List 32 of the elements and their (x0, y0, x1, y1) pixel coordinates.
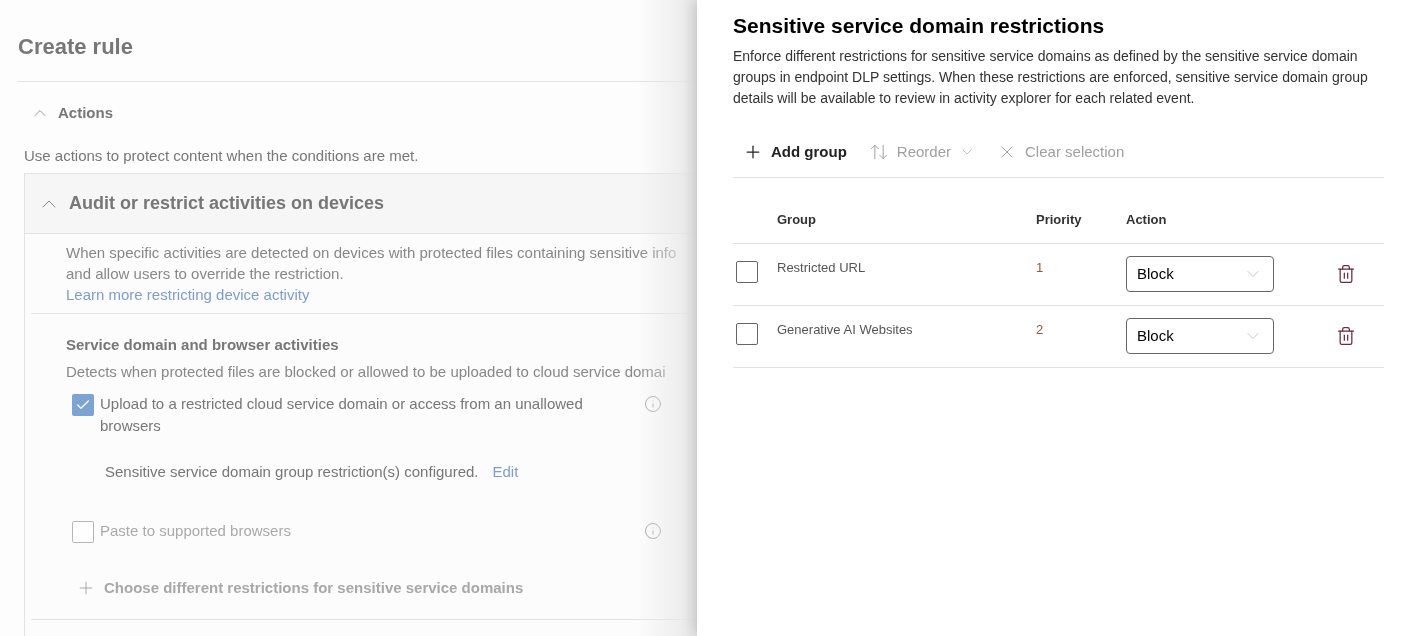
card-title: Audit or restrict activities on devices (69, 192, 385, 215)
info-icon[interactable] (644, 521, 662, 540)
checkbox[interactable] (72, 394, 94, 416)
group-name: Generative AI Websites (777, 321, 914, 339)
edit-link[interactable]: Edit (492, 461, 519, 484)
checkbox-label: Upload to a restricted cloud service domain or access from an unallowed browsers (100, 394, 584, 436)
section-description: Use actions to protect content when the conditions are met. (23, 145, 420, 166)
column-header: Group (777, 210, 817, 229)
column-header: Action (1126, 210, 1167, 229)
toolbar-button[interactable]: Add group (743, 140, 847, 163)
delete-icon[interactable] (1336, 264, 1356, 284)
panel-description: Enforce different restrictions for sensitive service domains as defined by the sensitive service domain groups in endpoint DLP settings. When these restrictions are enforced, sensitive service domain group details will be available to review in activity explorer for each related event. (733, 46, 1369, 108)
action-dropdown[interactable]: Block (1126, 318, 1274, 354)
row-checkbox[interactable] (736, 323, 758, 345)
row-checkbox[interactable] (736, 261, 758, 283)
learn-more-link[interactable]: Learn more restricting device activity (66, 286, 310, 303)
page-title: Create rule (18, 33, 134, 61)
subsection-description: Detects when protected files are blocked or allowed to be uploaded to cloud service domai (66, 361, 667, 382)
card-description: When specific activities are detected on devices with protected files containing sensitive info (66, 243, 678, 263)
priority-value: 2 (1036, 321, 1045, 339)
priority-value: 1 (1036, 259, 1045, 277)
info-icon[interactable] (644, 395, 662, 413)
column-header: Priority (1036, 210, 1083, 229)
subsection-title: Service domain and browser activities (66, 335, 340, 355)
group-name: Restricted URL (777, 259, 867, 277)
panel-title: Sensitive service domain restrictions (733, 13, 1106, 39)
section-title: Actions (58, 103, 113, 123)
restriction-note: Sensitive service domain group restriction(s) configured. (105, 462, 479, 482)
delete-icon[interactable] (1336, 326, 1356, 346)
checkbox-label: Paste to supported browsers (100, 520, 292, 541)
card-description: and allow users to override the restriction. (66, 264, 345, 284)
action-dropdown[interactable]: Block (1126, 256, 1274, 292)
